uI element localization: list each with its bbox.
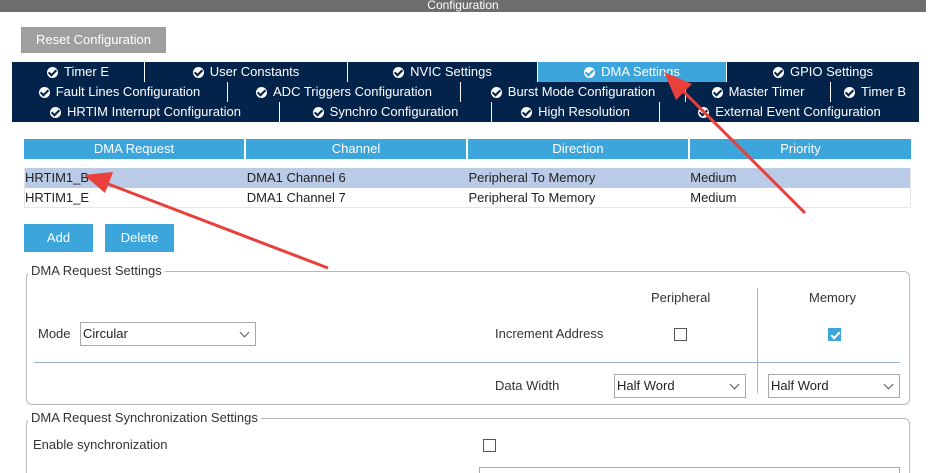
annotation-arrow-to-selected-row <box>84 172 329 270</box>
annotation-arrows <box>84 72 807 270</box>
annotation-arrow-to-dma-tab <box>664 72 807 215</box>
